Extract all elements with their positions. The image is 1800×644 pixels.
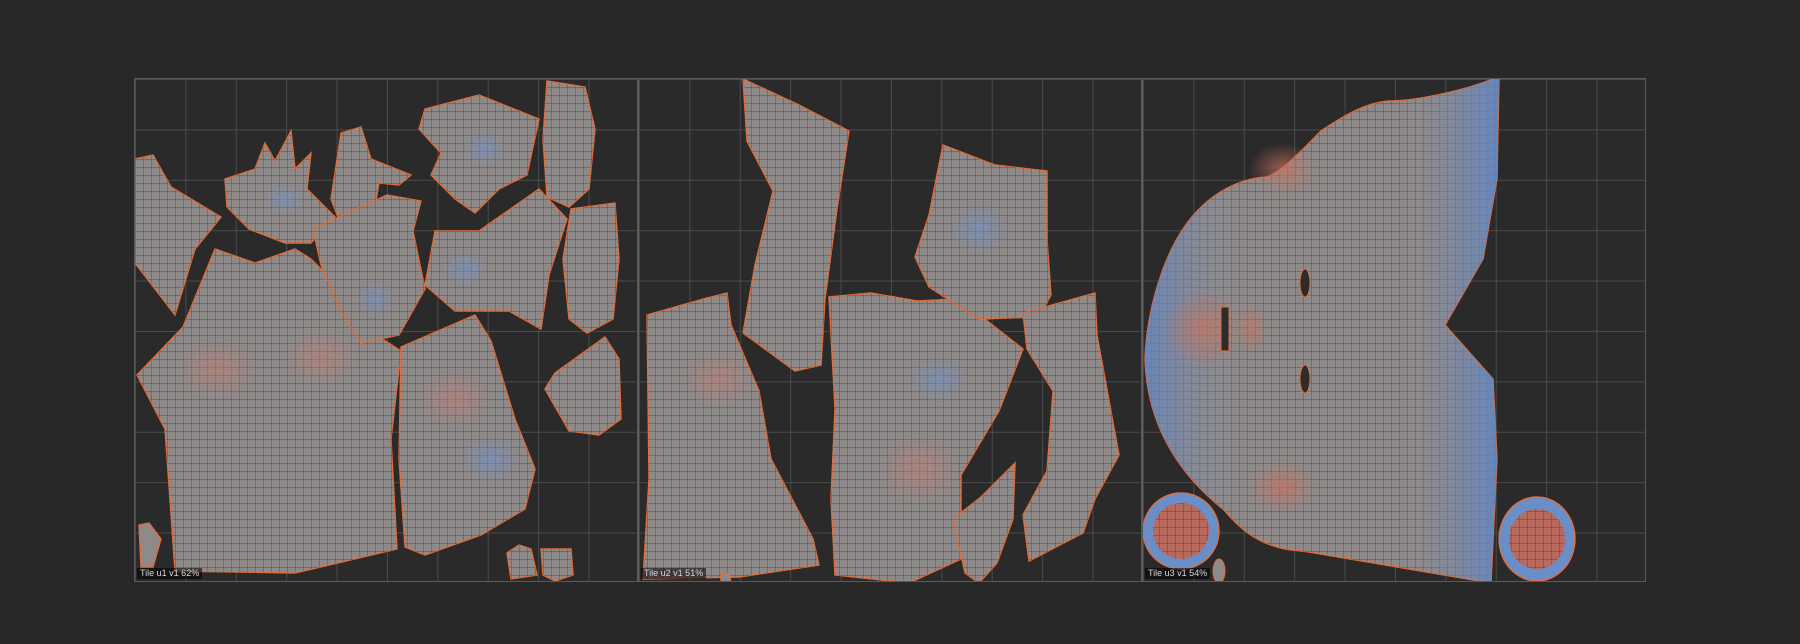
uv-shell-eyeball-right[interactable] <box>1498 496 1576 581</box>
uv-shell-foot-1[interactable] <box>542 80 596 208</box>
uv-shell-foot-2[interactable] <box>562 202 620 334</box>
uv-shells-tile-3 <box>1143 79 1576 582</box>
uv-shell-small-c[interactable] <box>540 548 574 581</box>
uv-shell-tear-duct[interactable] <box>1212 558 1226 582</box>
uv-shell-hand-3[interactable] <box>418 94 540 214</box>
uv-editor-viewport[interactable]: Tile u1 v1 62% Tile u2 v1 51% Tile u3 v1… <box>0 0 1800 644</box>
uv-shell-foot-3[interactable] <box>544 335 622 436</box>
uv-tile-u1[interactable]: Tile u1 v1 62% <box>134 78 638 582</box>
uv-shell-ankle[interactable] <box>952 461 1016 582</box>
uv-shell-upper-leg[interactable] <box>914 144 1052 320</box>
tile-label: Tile u1 v1 62% <box>137 568 203 579</box>
uv-shell-hand-5[interactable] <box>424 188 568 331</box>
uv-shell-small-a[interactable] <box>138 522 162 568</box>
uv-shells-tile-1 <box>135 80 622 581</box>
tile-label: Tile u3 v1 54% <box>1145 568 1211 579</box>
uv-tile-u3[interactable]: Tile u3 v1 54% <box>1142 78 1646 582</box>
uv-shell-tiny[interactable] <box>720 572 732 582</box>
tile-label: Tile u2 v1 51% <box>641 568 707 579</box>
uv-shell-lower-leg[interactable] <box>1022 292 1120 563</box>
uv-shell-torso-back[interactable] <box>398 314 536 556</box>
uv-shells-tile-2 <box>642 79 1120 582</box>
uv-shell-eyeball-left[interactable] <box>1143 492 1220 570</box>
uv-shell-small-b[interactable] <box>506 544 538 580</box>
uv-tile-u2[interactable]: Tile u2 v1 51% <box>638 78 1142 582</box>
